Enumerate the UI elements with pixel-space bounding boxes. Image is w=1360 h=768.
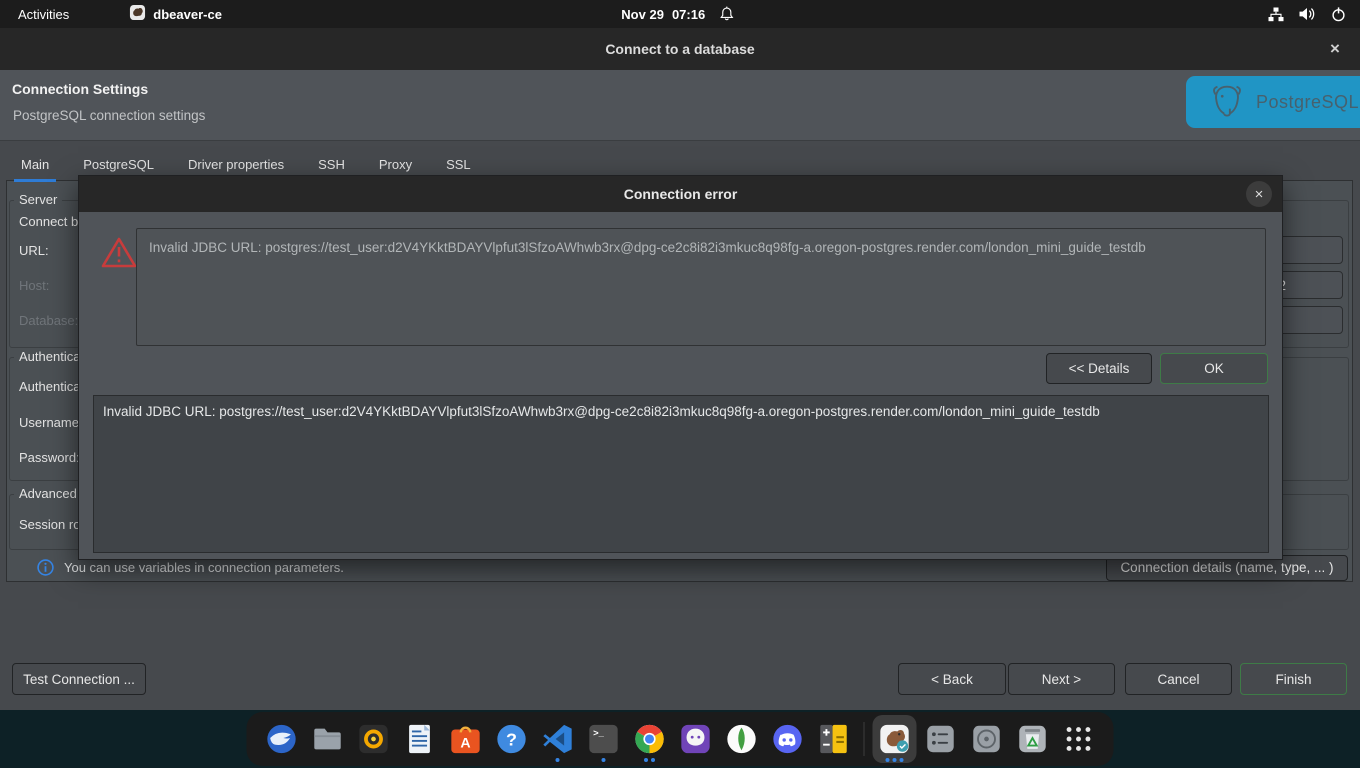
system-status-area[interactable] <box>1268 0 1346 28</box>
topbar-time: 07:16 <box>672 7 705 22</box>
dock-item-disks[interactable] <box>965 715 1009 763</box>
dock-item-mongodb-compass[interactable] <box>720 715 764 763</box>
svg-text:A: A <box>460 736 470 752</box>
dock-item-github-desktop[interactable] <box>674 715 718 763</box>
running-indicator <box>644 758 655 762</box>
rhythmbox-icon <box>357 722 391 756</box>
host-label: Host: <box>19 278 49 293</box>
network-icon <box>1268 7 1284 22</box>
topbar-date: Nov 29 <box>621 7 664 22</box>
mongodb-compass-icon <box>725 722 759 756</box>
power-icon <box>1331 7 1346 22</box>
info-icon <box>37 559 54 576</box>
activities-button[interactable]: Activities <box>18 7 69 22</box>
running-indicator <box>886 758 904 762</box>
dock-item-preferences[interactable] <box>919 715 963 763</box>
warning-icon <box>101 236 137 274</box>
github-desktop-icon <box>679 722 713 756</box>
error-message-box[interactable]: Invalid JDBC URL: postgres://test_user:d… <box>136 228 1266 346</box>
help-icon: ? <box>495 722 529 756</box>
dock-item-dbeaver[interactable] <box>873 715 917 763</box>
notification-bell-icon <box>719 6 734 22</box>
trash-icon <box>1016 722 1050 756</box>
libreoffice-writer-icon <box>403 722 437 756</box>
discord-icon <box>771 722 805 756</box>
app-grid-icon <box>1062 722 1096 756</box>
dock-item-ubuntu-software[interactable]: A <box>444 715 488 763</box>
password-label: Password: <box>19 450 80 465</box>
error-dialog-close-button[interactable]: × <box>1246 181 1272 207</box>
ok-button[interactable]: OK <box>1160 353 1268 384</box>
page-title: Connection Settings <box>12 81 148 97</box>
vscode-icon <box>541 722 575 756</box>
dock-item-app-grid[interactable] <box>1057 715 1101 763</box>
back-button[interactable]: < Back <box>898 663 1006 695</box>
dock-item-files[interactable] <box>306 715 350 763</box>
clock-area[interactable]: Nov 29 07:16 <box>621 0 734 28</box>
error-dialog-title-bar: Connection error <box>79 176 1282 212</box>
variables-info-row: You can use variables in connection para… <box>37 559 344 576</box>
dock-item-help[interactable]: ? <box>490 715 534 763</box>
svg-text:>_: >_ <box>593 728 605 739</box>
dbeaver-mini-icon <box>129 4 146 24</box>
wizard-header: Connection Settings PostgreSQL connectio… <box>0 70 1360 141</box>
thunderbird-icon <box>265 722 299 756</box>
svg-text:?: ? <box>506 730 517 750</box>
window-title: Connect to a database <box>605 41 754 57</box>
tab-main[interactable]: Main <box>14 153 56 182</box>
chrome-icon <box>633 722 667 756</box>
running-indicator <box>556 758 560 762</box>
next-button[interactable]: Next > <box>1008 663 1115 695</box>
focused-app-indicator[interactable]: dbeaver-ce <box>129 4 222 24</box>
dock-item-discord[interactable] <box>766 715 810 763</box>
username-label: Username: <box>19 415 83 430</box>
system-top-bar: Activities dbeaver-ce Nov 29 07:16 <box>0 0 1360 28</box>
dock-separator <box>864 722 865 756</box>
test-connection-button[interactable]: Test Connection ... <box>12 663 146 695</box>
server-group-label: Server <box>14 192 62 207</box>
desktop: Activities dbeaver-ce Nov 29 07:16 <box>0 0 1360 768</box>
terminal-icon: >_ <box>587 722 621 756</box>
dock-item-trash[interactable] <box>1011 715 1055 763</box>
dock-item-vscode[interactable] <box>536 715 580 763</box>
disks-icon <box>970 722 1004 756</box>
ubuntu-software-icon: A <box>449 722 483 756</box>
dock-item-terminal[interactable]: >_ <box>582 715 626 763</box>
finish-button[interactable]: Finish <box>1240 663 1347 695</box>
dock-item-libreoffice-writer[interactable] <box>398 715 442 763</box>
postgresql-logo-text: PostgreSQL <box>1256 92 1359 113</box>
postgresql-logo: PostgreSQL <box>1186 76 1360 128</box>
postgresql-elephant-icon <box>1206 81 1248 123</box>
focused-app-name: dbeaver-ce <box>153 7 222 22</box>
dock-item-chrome[interactable] <box>628 715 672 763</box>
cancel-button[interactable]: Cancel <box>1125 663 1232 695</box>
dock-item-calculator[interactable] <box>812 715 856 763</box>
connection-error-dialog: Connection error × Invalid JDBC URL: pos… <box>78 175 1283 560</box>
error-dialog-title: Connection error <box>624 186 738 202</box>
details-toggle-button[interactable]: << Details <box>1046 353 1152 384</box>
url-label: URL: <box>19 243 49 258</box>
calculator-icon <box>817 722 851 756</box>
dock: A? >_ <box>247 712 1114 766</box>
files-icon <box>311 722 345 756</box>
advanced-group-label: Advanced <box>14 486 82 501</box>
preferences-icon <box>924 722 958 756</box>
window-title-bar: Connect to a database × <box>0 28 1360 70</box>
window-close-button[interactable]: × <box>1323 37 1347 61</box>
running-indicator <box>602 758 606 762</box>
volume-icon <box>1299 7 1316 21</box>
dock-item-thunderbird[interactable] <box>260 715 304 763</box>
error-details-text[interactable]: Invalid JDBC URL: postgres://test_user:d… <box>93 395 1269 553</box>
database-label: Database: <box>19 313 78 328</box>
variables-info-text: You can use variables in connection para… <box>64 560 344 575</box>
page-subtitle: PostgreSQL connection settings <box>13 108 205 123</box>
dbeaver-icon <box>878 722 912 756</box>
dock-item-rhythmbox[interactable] <box>352 715 396 763</box>
